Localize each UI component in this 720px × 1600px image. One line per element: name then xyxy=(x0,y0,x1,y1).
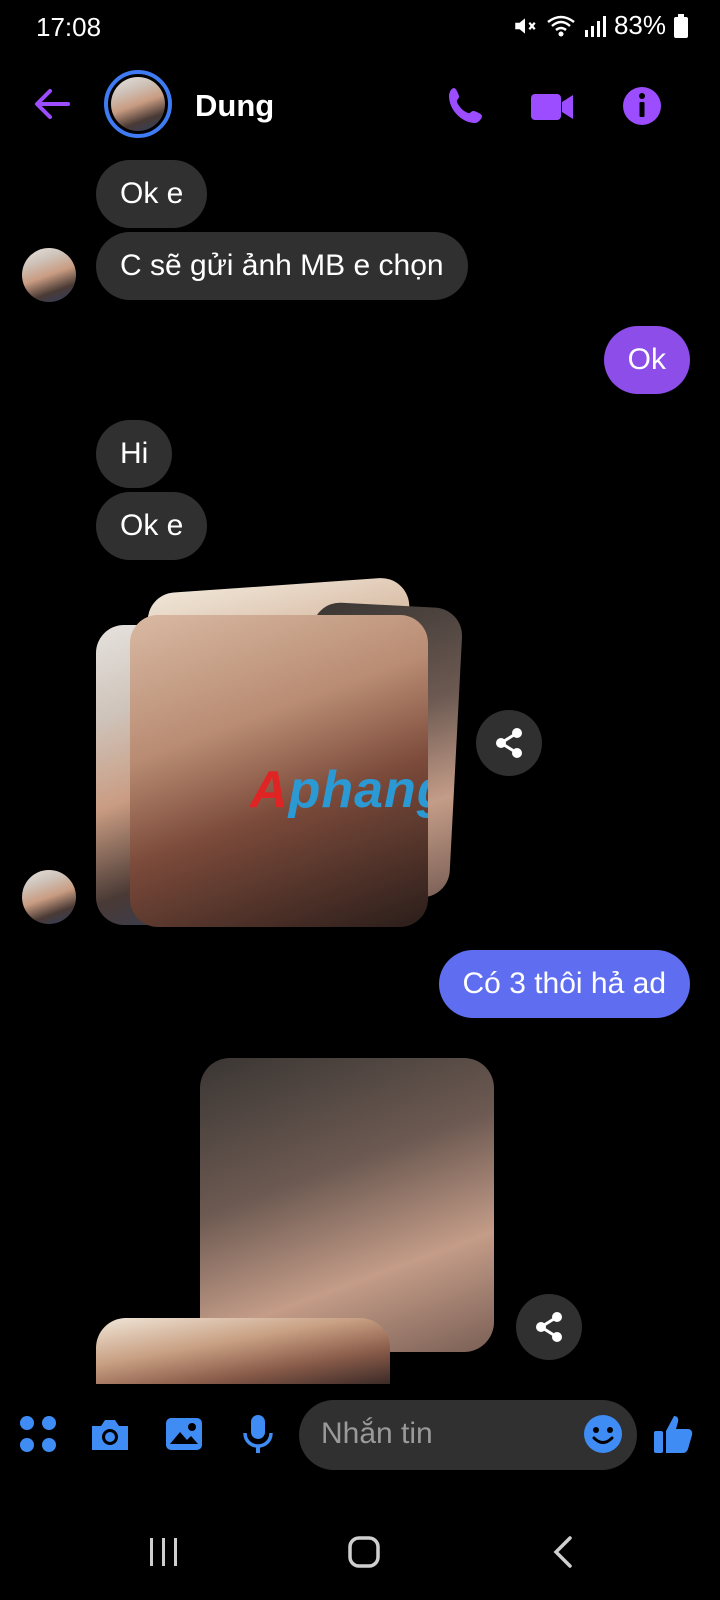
video-camera-icon xyxy=(531,94,573,120)
arrow-left-icon xyxy=(35,89,70,119)
phone-icon xyxy=(449,88,482,123)
composer-bar: Nhắn tin xyxy=(0,1400,720,1470)
video-call-button[interactable] xyxy=(528,82,576,130)
mute-icon xyxy=(515,17,536,34)
recents-icon xyxy=(150,1538,177,1566)
system-nav-bar xyxy=(0,1510,720,1600)
emoji-button[interactable] xyxy=(583,1414,623,1454)
wifi-icon xyxy=(547,15,575,36)
incoming-message[interactable]: Ok e xyxy=(96,160,208,228)
info-icon xyxy=(623,87,661,125)
back-button[interactable] xyxy=(30,82,74,126)
shared-photo-partial[interactable] xyxy=(96,1318,390,1384)
share-button[interactable] xyxy=(476,710,542,776)
message-placeholder: Nhắn tin xyxy=(321,1417,433,1450)
smiley-icon xyxy=(584,1415,622,1453)
status-bar: 17:08 83% xyxy=(0,0,720,52)
photo-stack[interactable]: Aphang xyxy=(96,576,464,930)
camera-icon xyxy=(92,1420,128,1450)
home-button[interactable] xyxy=(340,1532,388,1572)
camera-button[interactable] xyxy=(88,1412,132,1456)
stacked-photo-front: Aphang xyxy=(130,615,428,927)
battery-icon xyxy=(674,13,688,38)
contact-avatar[interactable] xyxy=(104,70,172,138)
contact-name[interactable]: Dung xyxy=(195,88,274,124)
chat-header: Dung xyxy=(0,60,720,152)
signal-icon xyxy=(584,15,606,37)
contact-avatar-photo xyxy=(111,77,165,131)
incoming-message[interactable]: Hi xyxy=(96,420,173,488)
gallery-button[interactable] xyxy=(162,1412,206,1456)
voice-call-button[interactable] xyxy=(442,82,490,130)
battery-percent: 83% xyxy=(613,10,666,40)
share-icon xyxy=(496,728,522,758)
outgoing-message[interactable]: Có 3 thôi hả ad xyxy=(438,950,690,1018)
back-nav-button[interactable] xyxy=(540,1532,588,1572)
message-input[interactable]: Nhắn tin xyxy=(299,1400,637,1470)
voice-record-button[interactable] xyxy=(236,1412,280,1456)
more-actions-button[interactable] xyxy=(16,1412,60,1456)
sender-avatar[interactable] xyxy=(22,870,76,924)
status-icons: 83% xyxy=(512,10,688,41)
sender-avatar[interactable] xyxy=(22,248,76,302)
info-button[interactable] xyxy=(618,82,666,130)
outgoing-message[interactable]: Ok xyxy=(603,326,690,394)
thumbs-up-icon xyxy=(654,1416,693,1453)
share-icon xyxy=(536,1312,562,1342)
recent-apps-button[interactable] xyxy=(140,1532,188,1572)
shared-photo[interactable] xyxy=(200,1058,494,1352)
incoming-message[interactable]: C sẽ gửi ảnh MB e chọn xyxy=(96,232,468,300)
chevron-left-icon xyxy=(553,1536,572,1568)
four-dots-icon xyxy=(20,1416,56,1452)
image-icon xyxy=(166,1418,202,1450)
status-time: 17:08 xyxy=(36,12,102,42)
home-icon xyxy=(348,1536,380,1568)
microphone-icon xyxy=(243,1415,273,1453)
watermark-logo: Aphang xyxy=(250,761,428,819)
like-button[interactable] xyxy=(652,1412,696,1456)
share-button[interactable] xyxy=(516,1294,582,1360)
incoming-message[interactable]: Ok e xyxy=(96,492,208,560)
